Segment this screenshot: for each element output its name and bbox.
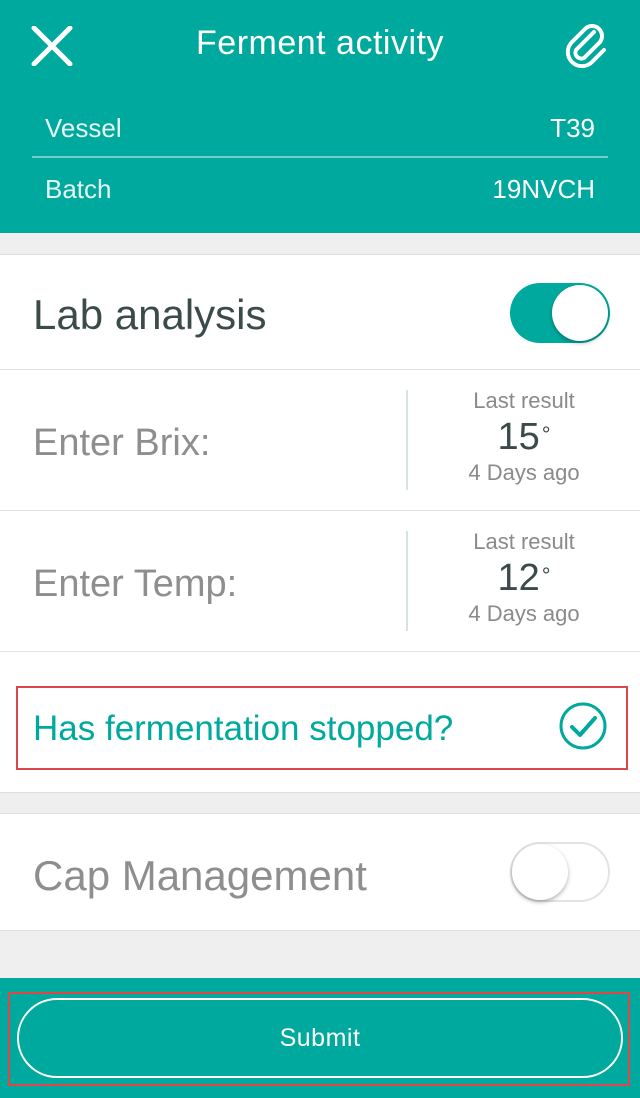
batch-value: 19NVCH [492,173,595,204]
toggle-knob [512,844,568,900]
lab-analysis-row: Lab analysis [0,255,640,370]
brix-row: Enter Brix: Last result 15° 4 Days ago [0,370,640,511]
last-result-value: 15° [408,414,640,460]
temp-row: Enter Temp: Last result 12° 4 Days ago [0,511,640,652]
fermentation-stopped-label: Has fermentation stopped? [33,709,454,748]
vessel-row: Vessel T39 [32,100,608,158]
fermentation-stopped-checkbox[interactable] [558,701,608,751]
lab-analysis-section: Lab analysis Enter Brix: Last result 15°… [0,254,640,793]
page-title: Ferment activity [196,24,444,62]
submit-button[interactable]: Submit [17,998,623,1078]
fermentation-stopped-row[interactable]: Has fermentation stopped? [0,653,640,794]
brix-last-result: Last result 15° 4 Days ago [408,388,640,486]
last-result-label: Last result [473,388,575,413]
header-bar: Ferment activity Vessel T39 Batch 19NVCH [0,0,640,233]
temp-last-result: Last result 12° 4 Days ago [408,529,640,627]
lab-analysis-label: Lab analysis [33,291,267,338]
lab-analysis-toggle[interactable] [510,283,610,343]
paperclip-icon [565,24,606,69]
degree-unit: ° [541,563,551,588]
last-result-time: 4 Days ago [468,601,580,626]
batch-label: Batch [45,173,112,204]
cap-management-toggle[interactable] [510,842,610,902]
footer-bar: Submit [0,978,640,1098]
last-result-label: Last result [473,529,575,554]
batch-row: Batch 19NVCH [32,160,608,218]
vessel-value: T39 [550,112,595,143]
toggle-knob [552,285,608,341]
brix-input[interactable]: Enter Brix: [33,422,393,465]
cap-management-label: Cap Management [33,852,367,899]
check-circle-icon [559,702,607,750]
attach-button[interactable] [564,22,610,70]
cap-management-section: Cap Management [0,813,640,931]
brix-value: 15 [497,416,540,458]
temp-input[interactable]: Enter Temp: [33,563,393,606]
last-result-value: 12° [408,555,640,601]
last-result-time: 4 Days ago [468,460,580,485]
vessel-label: Vessel [45,112,122,143]
temp-value: 12 [497,557,540,599]
degree-unit: ° [541,422,551,447]
